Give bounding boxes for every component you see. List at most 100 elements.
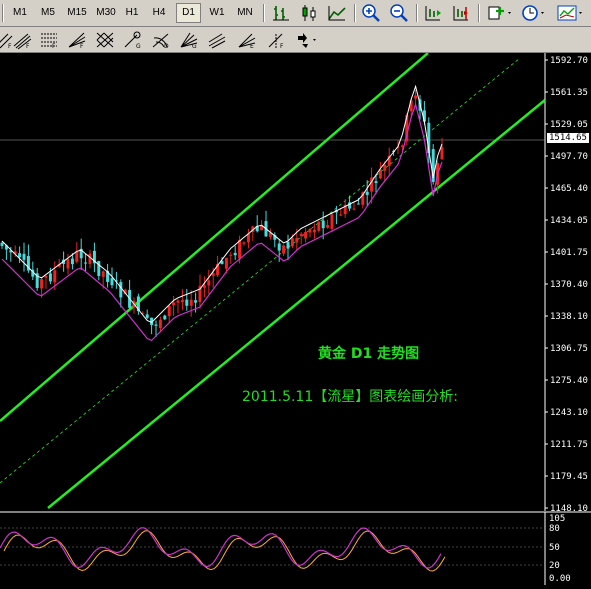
price-tick-label: 1529.05 — [550, 120, 588, 130]
candle-body — [18, 253, 22, 258]
candle-body — [145, 314, 149, 318]
candle-body — [224, 258, 228, 269]
fibonacci-expansion-icon[interactable]: E — [236, 30, 258, 50]
price-tick-label: 1592.70 — [550, 56, 588, 66]
candle-body — [299, 233, 303, 236]
candle-body — [53, 270, 57, 283]
candle-body — [180, 300, 184, 303]
tf-d1-button[interactable]: D1 — [176, 3, 201, 23]
candle-body — [374, 181, 378, 184]
gann-fan-icon[interactable]: G — [178, 30, 200, 50]
price-tick-label: 1306.75 — [550, 344, 588, 354]
candle-body — [321, 220, 325, 229]
channel-upper-line — [0, 52, 429, 422]
osc-tick-label: 50 — [549, 543, 560, 553]
candle-body — [238, 239, 242, 259]
tf-h4-button[interactable]: H4 — [148, 3, 170, 23]
candle-body — [194, 300, 198, 303]
osc-tick-label: 0.00 — [549, 574, 571, 584]
candle-body — [22, 253, 26, 260]
price-tick-label: 1370.40 — [550, 280, 588, 290]
candle-body — [163, 315, 167, 320]
price-tick-label: 1148.10 — [550, 504, 588, 514]
candle-body — [84, 262, 88, 264]
tf-m15-button[interactable]: M15 — [63, 3, 91, 23]
price-tick-label: 1465.40 — [550, 184, 588, 194]
price-tick-label: 1338.10 — [550, 312, 588, 322]
osc-tick-label: 105 — [549, 514, 565, 524]
analysis-note-annotation: 2011.5.11【流星】图表绘画分析: — [242, 389, 458, 405]
svg-text:F: F — [280, 43, 284, 50]
auto-scroll-icon[interactable] — [422, 3, 444, 23]
candle-body — [308, 229, 312, 233]
candle-body — [356, 203, 360, 205]
candle-body — [286, 241, 290, 249]
price-tick-label: 1275.40 — [550, 376, 588, 386]
line-studies-toolbar: F F F F G D G E F — [0, 27, 591, 53]
candle-body — [330, 214, 334, 229]
candle-body — [70, 258, 74, 265]
current-price-label: 1514.65 — [547, 133, 589, 143]
candle-body — [282, 245, 286, 254]
toolbar-separator — [416, 4, 418, 22]
price-tick-label: 1434.05 — [550, 216, 588, 226]
svg-text:F: F — [80, 43, 84, 50]
templates-menu-icon[interactable] — [556, 3, 586, 23]
candle-body — [242, 242, 246, 244]
toolbar-separator — [263, 4, 265, 22]
candle-body — [189, 299, 193, 306]
gann-line-icon[interactable]: G — [122, 30, 144, 50]
candle-body — [365, 191, 369, 195]
fibonacci-retracement-icon[interactable]: F — [38, 30, 60, 50]
channel-lower-line — [47, 99, 546, 509]
candlestick-chart-icon[interactable] — [298, 3, 320, 23]
andrews-pitchfork-icon[interactable] — [206, 30, 228, 50]
candle-body — [158, 319, 162, 328]
svg-text:E: E — [250, 43, 254, 50]
moving-average-fast — [1, 84, 443, 323]
symbol-period-annotation: 黄金 D1 走势图 — [318, 346, 420, 362]
fibonacci-time-zones-icon[interactable]: F — [266, 30, 288, 50]
fibonacci-fan-icon[interactable]: F — [66, 30, 88, 50]
candle-body — [229, 254, 233, 256]
candle-body — [44, 276, 48, 278]
price-tick-label: 1401.75 — [550, 248, 588, 258]
candle-body — [295, 238, 299, 243]
candle-body — [154, 324, 158, 326]
candle-body — [233, 252, 237, 256]
gann-grid-icon[interactable] — [94, 30, 116, 50]
arrows-menu-icon[interactable] — [294, 30, 322, 50]
tf-m1-button[interactable]: M1 — [8, 3, 32, 23]
fibonacci-channel-icon[interactable]: F — [12, 30, 34, 50]
candle-body — [317, 221, 321, 231]
zoom-out-icon[interactable] — [388, 3, 410, 23]
candle-body — [110, 278, 114, 286]
tf-m30-button[interactable]: M30 — [92, 3, 120, 23]
price-tick-label: 1211.75 — [550, 440, 588, 450]
candle-body — [290, 238, 294, 247]
tf-mn-button[interactable]: MN — [232, 3, 258, 23]
candle-body — [167, 305, 171, 317]
candle-body — [326, 225, 330, 228]
chart-shift-icon[interactable] — [450, 3, 472, 23]
tf-m5-button[interactable]: M5 — [36, 3, 60, 23]
price-tick-label: 1243.10 — [550, 408, 588, 418]
svg-text:G: G — [192, 43, 197, 50]
periods-clock-icon[interactable] — [520, 3, 548, 23]
line-chart-icon[interactable] — [326, 3, 348, 23]
zoom-in-icon[interactable] — [360, 3, 382, 23]
indicators-menu-icon[interactable] — [486, 3, 514, 23]
fibonacci-arcs-icon[interactable]: D — [150, 30, 172, 50]
candle-body — [414, 95, 418, 99]
candle-body — [383, 164, 387, 171]
bar-chart-icon[interactable] — [270, 3, 292, 23]
chart-canvas[interactable]: 1592.70 1561.35 1529.05 1497.70 1465.40 1434.… — [0, 52, 591, 585]
candle-body — [277, 243, 281, 251]
candle-body — [119, 282, 123, 298]
candle-body — [312, 229, 316, 233]
candle-body — [304, 231, 308, 239]
osc-tick-label: 20 — [549, 561, 560, 571]
tf-h1-button[interactable]: H1 — [121, 3, 143, 23]
price-chart[interactable]: 1592.70 1561.35 1529.05 1497.70 1465.40 1434.… — [0, 52, 591, 585]
tf-w1-button[interactable]: W1 — [206, 3, 228, 23]
